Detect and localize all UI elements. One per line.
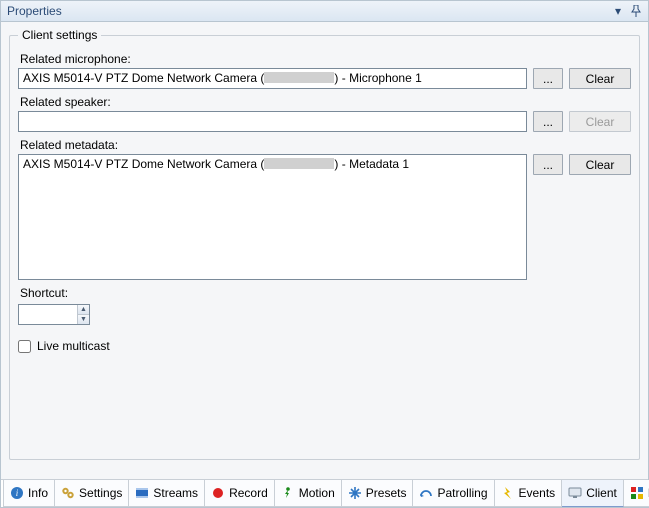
redacted-text [264, 158, 334, 169]
tab-client[interactable]: Client [562, 480, 624, 507]
metadata-browse-button[interactable]: ... [533, 154, 563, 175]
tab-presets[interactable]: Presets [342, 480, 414, 507]
patrolling-icon [419, 486, 433, 500]
client-settings-group: Client settings Related microphone: AXIS… [9, 28, 640, 460]
speaker-browse-button[interactable]: ... [533, 111, 563, 132]
tab-privacy[interactable]: Priv [624, 480, 649, 507]
related-metadata-list[interactable]: AXIS M5014-V PTZ Dome Network Camera () … [18, 154, 527, 280]
shortcut-stepper[interactable]: ▲ ▼ [18, 304, 90, 325]
speaker-clear-button[interactable]: Clear [569, 111, 631, 132]
monitor-icon [568, 486, 582, 500]
shortcut-label: Shortcut: [20, 286, 631, 300]
record-icon [211, 486, 225, 500]
tab-events[interactable]: Events [495, 480, 563, 507]
shortcut-input[interactable] [19, 305, 77, 324]
tab-patrolling[interactable]: Patrolling [413, 480, 494, 507]
metadata-clear-button[interactable]: Clear [569, 154, 631, 175]
panel-body: Client settings Related microphone: AXIS… [1, 22, 648, 479]
grid-icon [630, 486, 644, 500]
presets-icon [348, 486, 362, 500]
events-icon [501, 486, 515, 500]
microphone-browse-button[interactable]: ... [533, 68, 563, 89]
info-icon: i [10, 486, 24, 500]
panel-title: Properties [7, 1, 608, 21]
tab-record[interactable]: Record [205, 480, 275, 507]
tab-motion[interactable]: Motion [275, 480, 342, 507]
tab-strip: i Info Settings Streams Record [1, 479, 648, 507]
tab-info[interactable]: i Info [3, 480, 55, 507]
related-microphone-label: Related microphone: [20, 52, 631, 66]
shortcut-spin-up[interactable]: ▲ [78, 305, 89, 315]
properties-panel: Properties ▾ Client settings Related mic… [0, 0, 649, 508]
pin-icon[interactable] [628, 3, 644, 19]
shortcut-spin-down[interactable]: ▼ [78, 315, 89, 324]
tab-settings[interactable]: Settings [55, 480, 129, 507]
film-icon [135, 486, 149, 500]
related-metadata-label: Related metadata: [20, 138, 631, 152]
client-settings-legend: Client settings [18, 28, 101, 42]
live-multicast-label: Live multicast [37, 339, 110, 353]
related-microphone-input[interactable]: AXIS M5014-V PTZ Dome Network Camera () … [18, 68, 527, 89]
redacted-text [264, 72, 334, 83]
dropdown-icon[interactable]: ▾ [610, 3, 626, 19]
motion-icon [281, 486, 295, 500]
list-item[interactable]: AXIS M5014-V PTZ Dome Network Camera () … [23, 157, 522, 171]
related-speaker-label: Related speaker: [20, 95, 631, 109]
live-multicast-checkbox[interactable] [18, 340, 31, 353]
panel-header: Properties ▾ [1, 1, 648, 22]
related-speaker-input[interactable] [18, 111, 527, 132]
gear-icon [61, 486, 75, 500]
microphone-clear-button[interactable]: Clear [569, 68, 631, 89]
tab-streams[interactable]: Streams [129, 480, 205, 507]
